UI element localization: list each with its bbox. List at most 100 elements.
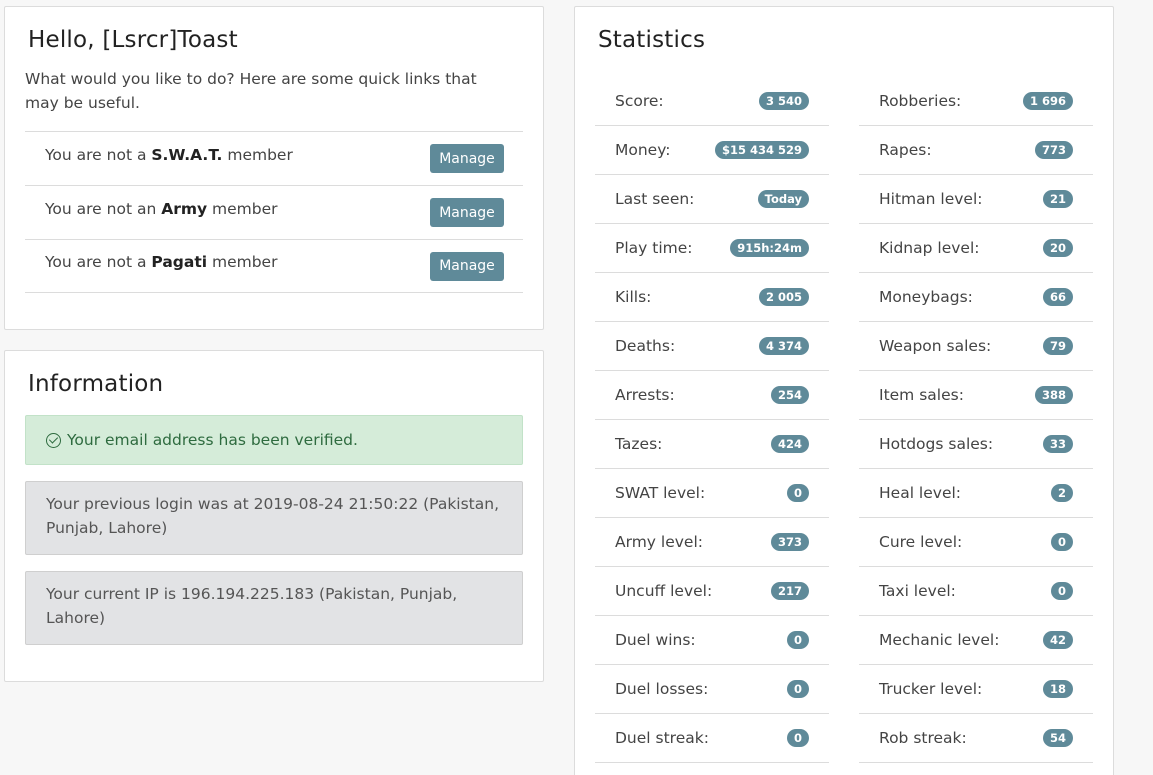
stat-label: Score:	[615, 92, 664, 110]
stat-row: Mechanic level: 42	[859, 616, 1093, 665]
statistics-left-column: Score: 3 540 Money: $15 434 529 Last seen: To…	[595, 77, 829, 763]
stat-value-badge: Today	[757, 190, 809, 208]
stat-value-badge: 773	[1034, 141, 1073, 159]
stat-label: Rapes:	[879, 141, 932, 159]
stat-value-badge: 79	[1042, 337, 1073, 355]
stat-label: Army level:	[615, 533, 703, 551]
statistics-title: Statistics	[598, 27, 706, 53]
stat-value-badge: 21	[1042, 190, 1073, 208]
stat-value-badge: 0	[786, 680, 809, 698]
email-verified-text: Your email address has been verified.	[67, 431, 358, 449]
membership-text-pagati: You are not a Pagati member	[45, 253, 277, 271]
stat-row: Taxi level: 0	[859, 567, 1093, 616]
stat-row: Rapes: 773	[859, 126, 1093, 175]
stat-value-badge: 388	[1034, 386, 1073, 404]
check-circle-icon	[46, 432, 61, 448]
stat-label: SWAT level:	[615, 484, 706, 502]
statistics-right-column: Robberies: 1 696 Rapes: 773 Hitman level: 21 K…	[859, 77, 1093, 763]
hello-intro: What would you like to do? Here are some…	[25, 70, 477, 112]
stat-label: Duel losses:	[615, 680, 709, 698]
stat-value-badge: 2	[1050, 484, 1073, 502]
stat-label: Kills:	[615, 288, 652, 306]
stat-label: Robberies:	[879, 92, 962, 110]
stat-row: Cure level: 0	[859, 518, 1093, 567]
stat-value-badge: 1 696	[1022, 92, 1073, 110]
information-card: Information Your email address has been …	[4, 350, 544, 682]
stat-row: Uncuff level: 217	[595, 567, 829, 616]
membership-suffix: member	[207, 199, 278, 218]
stat-label: Mechanic level:	[879, 631, 1000, 649]
stat-value-badge: $15 434 529	[714, 141, 809, 159]
stat-row: SWAT level: 0	[595, 469, 829, 518]
current-ip-text: Your current IP is 196.194.225.183 (Paki…	[46, 585, 458, 627]
stat-value-badge: 42	[1042, 631, 1073, 649]
hello-card: Hello, [Lsrcr]Toast What would you like …	[4, 6, 544, 330]
stat-value-badge: 915h:24m	[730, 239, 809, 257]
membership-list: You are not a S.W.A.T. member Manage You…	[25, 131, 523, 293]
stat-value-badge: 424	[770, 435, 809, 453]
stat-row: Army level: 373	[595, 518, 829, 567]
stat-value-badge: 2 005	[758, 288, 809, 306]
stat-label: Arrests:	[615, 386, 675, 404]
stat-row: Robberies: 1 696	[859, 77, 1093, 126]
stat-value-badge: 217	[770, 582, 809, 600]
stat-row: Last seen: Today	[595, 175, 829, 224]
manage-army-button[interactable]: Manage	[430, 198, 504, 227]
stat-label: Hotdogs sales:	[879, 435, 994, 453]
membership-prefix: You are not an	[45, 199, 162, 218]
stat-label: Heal level:	[879, 484, 962, 502]
stat-row: Item sales: 388	[859, 371, 1093, 420]
stat-row: Trucker level: 18	[859, 665, 1093, 714]
previous-login-alert: Your previous login was at 2019-08-24 21…	[25, 481, 523, 555]
manage-pagati-button[interactable]: Manage	[430, 251, 504, 281]
email-verified-alert: Your email address has been verified.	[25, 415, 523, 465]
current-ip-alert: Your current IP is 196.194.225.183 (Paki…	[25, 571, 523, 645]
stat-row: Hitman level: 21	[859, 175, 1093, 224]
statistics-card: Statistics Score: 3 540 Money: $15 434 529 L…	[574, 6, 1114, 775]
stat-label: Last seen:	[615, 190, 695, 208]
membership-suffix: member	[222, 145, 293, 164]
stat-label: Uncuff level:	[615, 582, 713, 600]
stat-value-badge: 373	[770, 533, 809, 551]
stat-label: Moneybags:	[879, 288, 973, 306]
membership-suffix: member	[207, 253, 278, 271]
hello-title: Hello, [Lsrcr]Toast	[28, 27, 238, 53]
stat-row: Score: 3 540	[595, 77, 829, 126]
stat-label: Item sales:	[879, 386, 964, 404]
membership-text-army: You are not an Army member	[45, 200, 278, 218]
stat-row: Deaths: 4 374	[595, 322, 829, 371]
membership-group: Pagati	[151, 253, 208, 271]
stat-label: Tazes:	[615, 435, 663, 453]
membership-text-swat: You are not a S.W.A.T. member	[45, 146, 293, 164]
stat-value-badge: 54	[1042, 729, 1073, 747]
membership-prefix: You are not a	[45, 253, 152, 271]
stat-value-badge: 3 540	[758, 92, 809, 110]
manage-swat-button[interactable]: Manage	[430, 144, 504, 173]
stat-row: Duel wins: 0	[595, 616, 829, 665]
stat-row: Hotdogs sales: 33	[859, 420, 1093, 469]
membership-row-army: You are not an Army member Manage	[25, 185, 523, 239]
stat-row: Kidnap level: 20	[859, 224, 1093, 273]
stat-label: Deaths:	[615, 337, 676, 355]
stat-value-badge: 4 374	[758, 337, 809, 355]
stat-label: Play time:	[615, 239, 693, 257]
stat-value-badge: 18	[1042, 680, 1073, 698]
stat-row: Duel losses: 0	[595, 665, 829, 714]
stat-row: Duel streak: 0	[595, 714, 829, 763]
stat-row: Kills: 2 005	[595, 273, 829, 322]
stat-value-badge: 33	[1042, 435, 1073, 453]
stat-label: Trucker level:	[879, 680, 983, 698]
stat-label: Hitman level:	[879, 190, 983, 208]
stat-label: Duel wins:	[615, 631, 696, 649]
previous-login-text: Your previous login was at 2019-08-24 21…	[46, 495, 500, 537]
stat-row: Money: $15 434 529	[595, 126, 829, 175]
stat-row: Tazes: 424	[595, 420, 829, 469]
membership-group: Army	[161, 199, 208, 218]
stat-label: Duel streak:	[615, 729, 709, 747]
membership-prefix: You are not a	[45, 145, 152, 164]
stat-value-badge: 0	[786, 484, 809, 502]
stat-row: Play time: 915h:24m	[595, 224, 829, 273]
stat-value-badge: 0	[786, 729, 809, 747]
stat-row: Weapon sales: 79	[859, 322, 1093, 371]
stat-value-badge: 0	[1050, 533, 1073, 551]
